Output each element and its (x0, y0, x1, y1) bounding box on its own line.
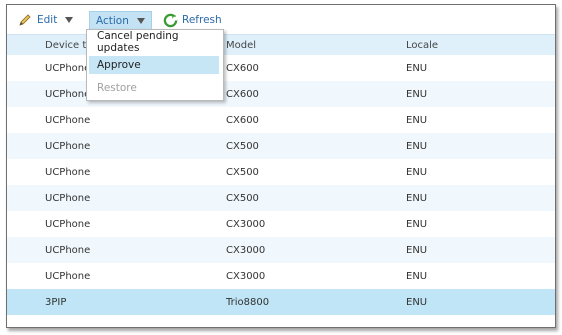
cell-locale: ENU (406, 193, 428, 204)
cell-model: CX3000 (226, 219, 266, 230)
chevron-down-icon (65, 17, 74, 23)
cell-device-type: 3PIP (45, 297, 67, 308)
cell-model: CX500 (226, 141, 259, 152)
cell-device-type: UCPhone (45, 89, 91, 100)
cell-device-type: UCPhone (45, 115, 91, 126)
table-row[interactable]: UCPhone CX500 ENU (7, 159, 555, 185)
cell-model: CX600 (226, 115, 259, 126)
cell-model: CX500 (226, 193, 259, 204)
column-header-model[interactable]: Model (226, 40, 256, 51)
refresh-icon (163, 13, 178, 27)
table-row[interactable]: UCPhone CX500 ENU (7, 133, 555, 159)
cell-device-type: UCPhone (45, 141, 91, 152)
edit-label: Edit (37, 14, 58, 26)
cell-locale: ENU (406, 167, 428, 178)
menu-item-cancel-pending-updates[interactable]: Cancel pending updates (89, 30, 219, 54)
action-label: Action (96, 14, 129, 27)
table-row-selected[interactable]: 3PIP Trio8800 ENU (7, 289, 555, 315)
cell-model: Trio8800 (226, 297, 270, 308)
table-row[interactable]: UCPhone CX3000 ENU (7, 211, 555, 237)
cell-device-type: UCPhone (45, 219, 91, 230)
cell-locale: ENU (406, 89, 428, 100)
column-header-locale[interactable]: Locale (406, 40, 438, 51)
cell-device-type: UCPhone (45, 245, 91, 256)
cell-locale: ENU (406, 141, 428, 152)
cell-device-type: UCPhone (45, 167, 91, 178)
cell-model: CX600 (226, 63, 259, 74)
table-row[interactable]: UCPhone CX500 ENU (7, 185, 555, 211)
cell-locale: ENU (406, 63, 428, 74)
menu-item-restore: Restore (97, 82, 137, 94)
cell-model: CX3000 (226, 245, 266, 256)
cell-device-type: UCPhone (45, 193, 91, 204)
cell-locale: ENU (406, 219, 428, 230)
edit-button[interactable]: Edit (17, 11, 74, 29)
table-row[interactable]: UCPhone CX600 ENU (7, 107, 555, 133)
cell-locale: ENU (406, 297, 428, 308)
menu-item-approve[interactable]: Approve (89, 56, 219, 74)
table-row[interactable]: UCPhone CX3000 ENU (7, 237, 555, 263)
cell-model: CX600 (226, 89, 259, 100)
cell-device-type: UCPhone (45, 63, 91, 74)
screenshot-frame: Edit Action Refresh Device type Model Lo… (6, 4, 556, 328)
action-dropdown-menu: Cancel pending updates Approve Restore (86, 29, 224, 101)
refresh-button[interactable]: Refresh (163, 11, 222, 29)
action-button[interactable]: Action (89, 11, 152, 30)
cell-locale: ENU (406, 245, 428, 256)
cell-model: CX500 (226, 167, 259, 178)
cell-device-type: UCPhone (45, 271, 91, 282)
cell-locale: ENU (406, 271, 428, 282)
chevron-down-icon (136, 17, 145, 24)
table-row[interactable]: UCPhone CX3000 ENU (7, 263, 555, 289)
cell-model: CX3000 (226, 271, 266, 282)
pencil-icon (19, 14, 31, 26)
refresh-label: Refresh (182, 14, 222, 26)
cell-locale: ENU (406, 115, 428, 126)
